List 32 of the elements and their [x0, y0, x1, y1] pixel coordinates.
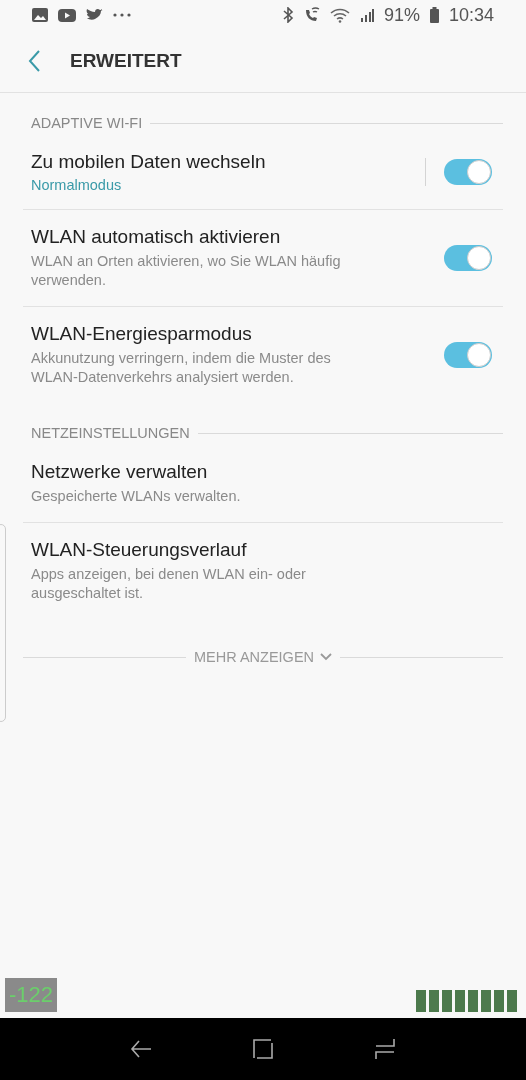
- wifi-call-icon: [303, 7, 320, 23]
- toggle-switch[interactable]: [444, 342, 492, 368]
- setting-description: WLAN an Orten aktivieren, wo Sie WLAN häufig verwenden.: [31, 252, 342, 290]
- setting-description: Apps anzeigen, bei denen WLAN ein- oder ausgeschaltet ist.: [31, 565, 307, 603]
- recents-nav-button[interactable]: [374, 1038, 396, 1060]
- home-nav-button[interactable]: [252, 1038, 274, 1060]
- chevron-down-icon: [320, 653, 333, 661]
- page-title: ERWEITERT: [70, 50, 182, 72]
- battery-icon: [429, 7, 439, 23]
- battery-percent: 91%: [383, 4, 420, 26]
- back-nav-button[interactable]: [130, 1038, 152, 1060]
- section-header: NETZEINSTELLUNGEN: [31, 425, 190, 441]
- setting-description: Akkunutzung verringern, indem die Muster des WLAN-Datenverkehrs analysiert werden.: [31, 349, 332, 387]
- section-header: ADAPTIVE WI-FI: [31, 115, 143, 131]
- bird-icon: [86, 8, 103, 22]
- signal-reading: -122: [5, 978, 57, 1012]
- gallery-icon: [32, 8, 48, 22]
- bluetooth-icon: [282, 7, 294, 23]
- setting-title[interactable]: WLAN-Steuerungsverlauf: [31, 539, 492, 561]
- setting-title[interactable]: WLAN automatisch aktivieren: [31, 226, 444, 248]
- setting-title[interactable]: WLAN-Energiesparmodus: [31, 323, 444, 345]
- setting-title[interactable]: Zu mobilen Daten wechseln: [31, 151, 425, 173]
- play-icon: [58, 8, 76, 22]
- wifi-icon: [329, 7, 350, 23]
- toggle-switch[interactable]: [444, 245, 492, 271]
- setting-title[interactable]: Netzwerke verwalten: [31, 461, 492, 483]
- clock: 10:34: [448, 4, 494, 26]
- toggle-switch[interactable]: [444, 159, 492, 185]
- signal-icon: [359, 8, 374, 22]
- more-icon: [113, 13, 131, 17]
- setting-summary: Normalmodus: [31, 177, 123, 193]
- setting-description: Gespeicherte WLANs verwalten.: [31, 487, 242, 506]
